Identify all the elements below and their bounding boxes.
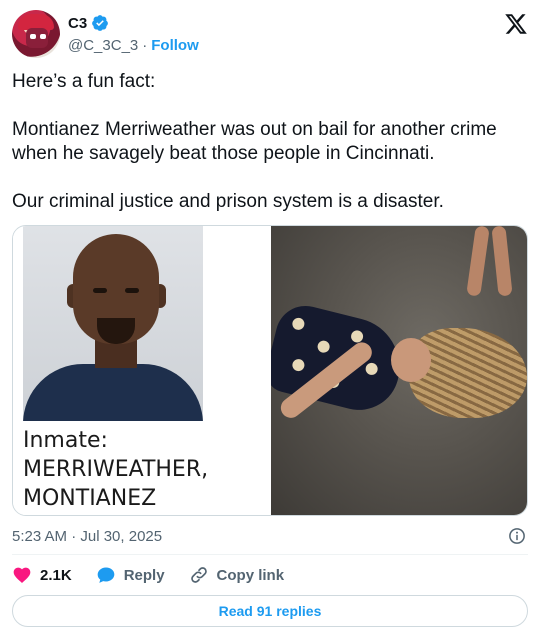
avatar-eye [30,34,36,39]
mugshot-eye [125,288,139,293]
action-bar: 2.1K Reply Copy link [12,563,308,587]
timestamp[interactable]: 5:23 AM · Jul 30, 2025 [12,528,162,545]
reply-bubble-icon [97,567,115,583]
copy-link-button[interactable]: Copy link [189,565,285,585]
mugshot-photo [23,226,203,421]
tweet-header: C3 @C_3C_3 · Follow [12,8,528,60]
info-icon[interactable] [508,527,526,545]
verified-badge-icon [92,15,109,31]
media-grid: Inmate: MERRIWEATHER, MONTIANEZ [12,225,528,516]
follow-button[interactable]: Follow [151,37,199,54]
tweet-paragraph: Our criminal justice and prison system i… [12,191,444,212]
reply-label: Reply [123,566,165,584]
heart-icon [13,567,31,583]
dress-flower [291,357,306,373]
leg [491,226,513,297]
inmate-label-line: Inmate: [23,428,108,453]
tweet-text: Here’s a fun fact: Montianez Merriweathe… [12,70,532,214]
dress-flower [316,339,331,354]
dress-flower [291,316,306,332]
tweet-paragraph: Montianez Merriweather was out on bail f… [12,119,497,164]
separator-dot: · [142,37,148,54]
avatar[interactable] [12,10,60,58]
media-image-mugshot[interactable]: Inmate: MERRIWEATHER, MONTIANEZ [13,226,269,515]
read-replies-button[interactable]: Read 91 replies [12,595,528,627]
avatar-eye [40,34,46,39]
like-count: 2.1K [40,566,72,584]
author-handle-row: @C_3C_3 · Follow [68,37,199,54]
author-name-row: C3 [68,14,109,32]
divider [12,554,528,555]
mugshot-shirt [23,364,203,421]
tweet-paragraph: Here’s a fun fact: [12,71,156,92]
dress-flower [364,361,379,377]
author-handle[interactable]: @C_3C_3 [68,37,138,54]
x-logo-icon[interactable] [504,12,528,36]
like-button[interactable]: 2.1K [12,565,72,585]
inmate-label-line: MONTIANEZ [23,486,157,511]
media-image-scene[interactable] [271,226,527,515]
mugshot-eye [93,288,107,293]
link-icon [190,567,207,583]
inmate-label-line: MERRIWEATHER, [23,457,209,482]
timestamp-row: 5:23 AM · Jul 30, 2025 [12,525,528,547]
leg [466,226,490,297]
person-head [391,338,431,382]
copy-link-label: Copy link [216,566,285,584]
bystander-legs [461,226,521,297]
author-display-name[interactable]: C3 [68,15,87,32]
inmate-label: Inmate: MERRIWEATHER, MONTIANEZ [23,426,208,513]
reply-button[interactable]: Reply [96,565,165,585]
